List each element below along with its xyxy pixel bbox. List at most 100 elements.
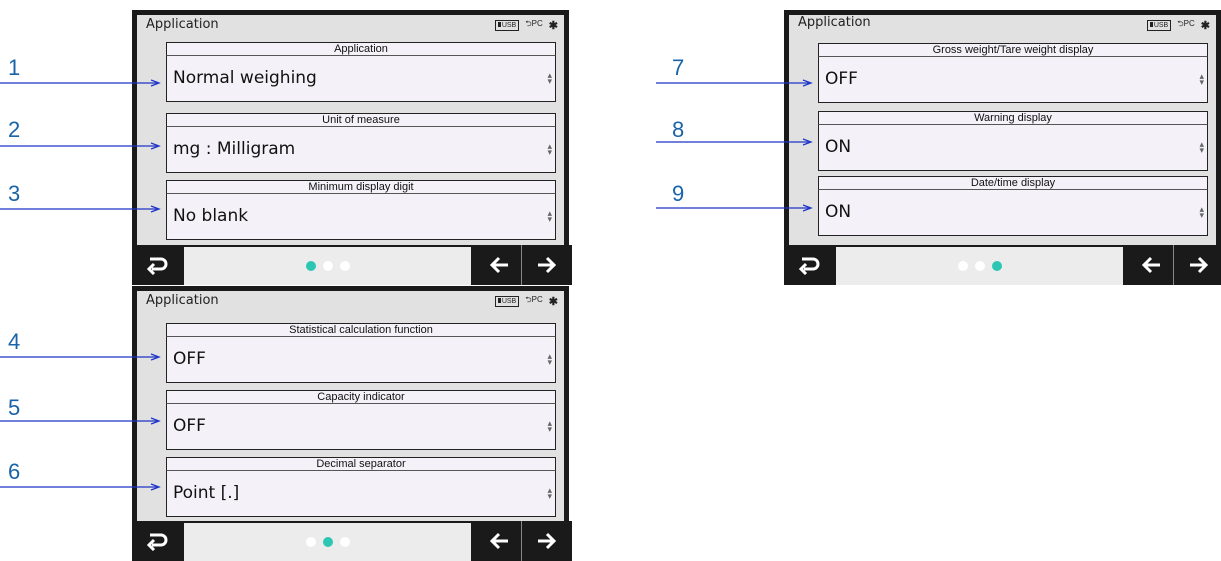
field-statistical-calculation[interactable]: Statistical calculation function OFF ▴ ▾ bbox=[166, 323, 556, 383]
previous-page-button[interactable] bbox=[474, 521, 524, 561]
back-button[interactable] bbox=[132, 521, 182, 561]
field-capacity-indicator[interactable]: Capacity indicator OFF ▴ ▾ bbox=[166, 390, 556, 450]
callout-arrow-icon bbox=[0, 483, 161, 491]
field-select[interactable]: OFF ▴ ▾ bbox=[166, 336, 556, 383]
field-value: OFF bbox=[825, 69, 858, 89]
spinner-icon[interactable]: ▴ ▾ bbox=[547, 486, 552, 501]
callout-arrow-icon bbox=[656, 204, 813, 212]
spinner-icon[interactable]: ▴ ▾ bbox=[1199, 72, 1204, 87]
callout-arrow-icon bbox=[656, 79, 813, 87]
field-gross-tare-display[interactable]: Gross weight/Tare weight display OFF ▴ ▾ bbox=[818, 43, 1208, 103]
callout-arrow-icon bbox=[0, 205, 161, 213]
spinner-icon[interactable]: ▴ ▾ bbox=[547, 209, 552, 224]
screen-page-1: Application USB ⮌PC ✱ Application Normal… bbox=[132, 10, 572, 285]
callout-number: 4 bbox=[8, 329, 21, 354]
field-select[interactable]: OFF ▴ ▾ bbox=[166, 403, 556, 450]
field-select[interactable]: Point [.] ▴ ▾ bbox=[166, 470, 556, 517]
title-bar: Application USB ⮌PC ✱ bbox=[789, 15, 1216, 35]
next-page-button[interactable] bbox=[521, 245, 572, 285]
field-select[interactable]: No blank ▴ ▾ bbox=[166, 193, 556, 240]
return-icon bbox=[146, 533, 168, 551]
page-dot-active bbox=[322, 537, 333, 547]
field-value: Point [.] bbox=[173, 483, 240, 503]
callout-arrow-icon bbox=[656, 138, 813, 146]
spinner-icon[interactable]: ▴ ▾ bbox=[547, 352, 552, 367]
nav-bar bbox=[132, 521, 572, 561]
screen-title: Application bbox=[146, 17, 219, 32]
field-select[interactable]: OFF ▴ ▾ bbox=[818, 56, 1208, 103]
page-dot bbox=[339, 537, 350, 547]
field-value: ON bbox=[825, 137, 852, 157]
page-indicator bbox=[305, 537, 350, 547]
screen-title: Application bbox=[146, 293, 219, 308]
arrow-left-icon bbox=[489, 532, 508, 550]
callout-number: 7 bbox=[672, 55, 685, 80]
field-select[interactable]: ON ▴ ▾ bbox=[818, 124, 1208, 171]
arrow-right-icon bbox=[1190, 256, 1209, 274]
field-application[interactable]: Application Normal weighing ▴ ▾ bbox=[166, 42, 556, 102]
field-value: OFF bbox=[173, 416, 206, 436]
usb-icon: USB bbox=[1146, 19, 1172, 31]
field-label: Gross weight/Tare weight display bbox=[818, 43, 1208, 56]
field-value: ON bbox=[825, 202, 852, 222]
field-value: No blank bbox=[173, 206, 249, 226]
field-label: Date/time display bbox=[818, 176, 1208, 189]
page-dot-active bbox=[305, 261, 316, 271]
next-page-button[interactable] bbox=[1173, 245, 1221, 285]
callout-arrow-icon bbox=[0, 142, 161, 150]
screen-title: Application bbox=[798, 15, 871, 30]
status-icons: USB ⮌PC ✱ bbox=[494, 295, 558, 308]
page-dot bbox=[957, 261, 968, 271]
arrow-right-icon bbox=[538, 532, 557, 550]
spinner-icon[interactable]: ▴ ▾ bbox=[547, 142, 552, 157]
field-label: Statistical calculation function bbox=[166, 323, 556, 336]
page-dot-active bbox=[991, 261, 1002, 271]
callout-number: 6 bbox=[8, 459, 21, 484]
callout-arrow-icon bbox=[0, 79, 161, 87]
field-decimal-separator[interactable]: Decimal separator Point [.] ▴ ▾ bbox=[166, 457, 556, 517]
field-select[interactable]: Normal weighing ▴ ▾ bbox=[166, 55, 556, 102]
field-label: Warning display bbox=[818, 111, 1208, 124]
arrow-right-icon bbox=[538, 256, 557, 274]
previous-page-button[interactable] bbox=[474, 245, 524, 285]
next-page-button[interactable] bbox=[521, 521, 572, 561]
usb-icon: USB bbox=[494, 295, 520, 307]
page-dot bbox=[974, 261, 985, 271]
page-indicator bbox=[305, 261, 350, 271]
status-icons: USB ⮌PC ✱ bbox=[1146, 19, 1210, 32]
page-dot bbox=[322, 261, 333, 271]
field-date-time-display[interactable]: Date/time display ON ▴ ▾ bbox=[818, 176, 1208, 236]
page-indicator-area bbox=[836, 247, 1123, 285]
field-select[interactable]: mg : Milligram ▴ ▾ bbox=[166, 126, 556, 173]
usb-icon: USB bbox=[494, 19, 520, 31]
field-unit-of-measure[interactable]: Unit of measure mg : Milligram ▴ ▾ bbox=[166, 113, 556, 173]
field-label: Application bbox=[166, 42, 556, 55]
page-indicator bbox=[957, 261, 1002, 271]
back-button[interactable] bbox=[132, 245, 182, 285]
back-button[interactable] bbox=[784, 245, 834, 285]
spinner-icon[interactable]: ▴ ▾ bbox=[547, 419, 552, 434]
field-label: Capacity indicator bbox=[166, 390, 556, 403]
status-icons: USB ⮌PC ✱ bbox=[494, 19, 558, 32]
arrow-left-icon bbox=[489, 256, 508, 274]
field-select[interactable]: ON ▴ ▾ bbox=[818, 189, 1208, 236]
bluetooth-icon: ✱ bbox=[1200, 19, 1210, 32]
spinner-icon[interactable]: ▴ ▾ bbox=[1199, 140, 1204, 155]
page-dot bbox=[339, 261, 350, 271]
previous-page-button[interactable] bbox=[1126, 245, 1176, 285]
bluetooth-icon: ✱ bbox=[548, 295, 558, 308]
field-value: mg : Milligram bbox=[173, 139, 296, 159]
field-value: Normal weighing bbox=[173, 68, 317, 88]
pc-connection-icon: ⮌PC bbox=[525, 19, 543, 28]
field-warning-display[interactable]: Warning display ON ▴ ▾ bbox=[818, 111, 1208, 171]
callout-arrow-icon bbox=[0, 417, 161, 425]
screen-page-2: Application USB ⮌PC ✱ Statistical calcul… bbox=[132, 286, 572, 561]
spinner-icon[interactable]: ▴ ▾ bbox=[1199, 205, 1204, 220]
spinner-icon[interactable]: ▴ ▾ bbox=[547, 71, 552, 86]
pc-connection-icon: ⮌PC bbox=[525, 295, 543, 304]
pc-connection-icon: ⮌PC bbox=[1177, 19, 1195, 28]
field-minimum-display-digit[interactable]: Minimum display digit No blank ▴ ▾ bbox=[166, 180, 556, 240]
title-bar: Application USB ⮌PC ✱ bbox=[137, 291, 564, 311]
callout-arrow-icon bbox=[0, 353, 161, 361]
callout-number: 2 bbox=[8, 117, 21, 142]
